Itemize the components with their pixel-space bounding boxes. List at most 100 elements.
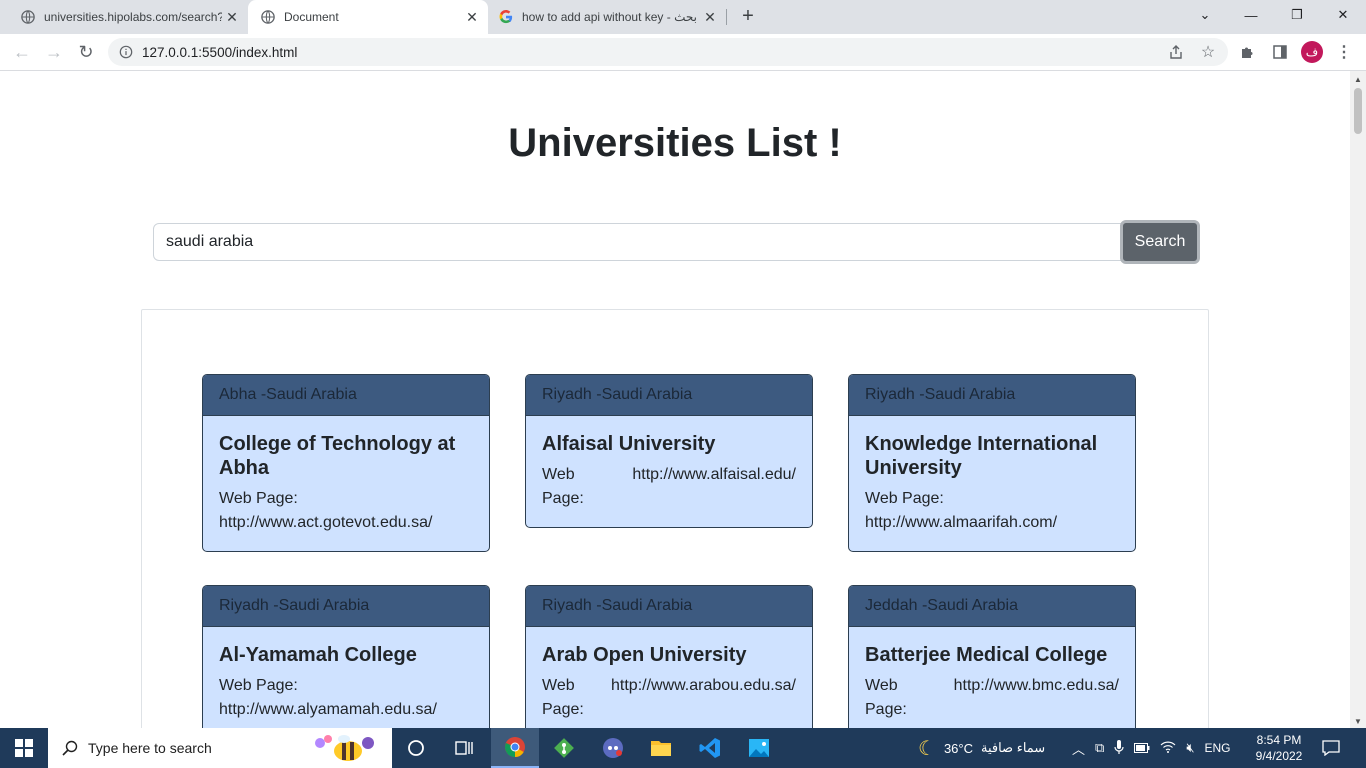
extensions-puzzle-icon[interactable] — [1238, 42, 1258, 62]
minimize-icon[interactable]: — — [1228, 0, 1274, 30]
window-close-icon[interactable]: ✕ — [1320, 0, 1366, 30]
chevron-up-icon[interactable]: ︿ — [1072, 739, 1085, 758]
tab-title: how to add api without key - بحث — [522, 10, 697, 24]
university-card: Riyadh -Saudi Arabia Alfaisal University… — [525, 374, 813, 528]
card-web-label: Web Page: — [219, 490, 298, 507]
clock-time: 8:54 PM — [1256, 733, 1302, 747]
search-icon — [62, 740, 78, 756]
card-web-url: http://www.bmc.edu.sa/ — [953, 677, 1119, 694]
card-title: Knowledge International University — [865, 433, 1098, 479]
card-web-url: http://www.alfaisal.edu/ — [632, 466, 796, 483]
card-location: Riyadh -Saudi Arabia — [203, 586, 489, 627]
share-icon[interactable] — [1166, 42, 1186, 62]
new-tab-button[interactable]: + — [736, 6, 760, 27]
photos-app-icon[interactable] — [735, 728, 783, 768]
profile-avatar[interactable]: ف — [1301, 41, 1323, 63]
address-bar[interactable]: 127.0.0.1:5500/index.html — [108, 38, 1228, 66]
clock[interactable]: 8:54 PM 9/4/2022 — [1254, 728, 1304, 768]
task-view-icon[interactable] — [440, 728, 488, 768]
info-icon[interactable] — [118, 44, 134, 60]
moon-icon: ☾ — [918, 737, 936, 760]
input-language[interactable]: ENG — [1205, 741, 1231, 755]
card-title: Al-Yamamah College — [219, 644, 417, 666]
page-title: Universities List ! — [508, 121, 842, 165]
university-card: Riyadh -Saudi Arabia Knowledge Internati… — [848, 374, 1136, 552]
taskbar-search-placeholder: Type here to search — [88, 740, 212, 756]
back-arrow-icon[interactable]: ← — [10, 40, 34, 64]
file-explorer-icon[interactable] — [637, 728, 685, 768]
notifications-icon[interactable] — [1322, 728, 1340, 768]
card-page-label: Page: — [542, 490, 584, 507]
weather-description: سماء صافية — [980, 740, 1046, 755]
card-location: Riyadh -Saudi Arabia — [526, 375, 812, 416]
search-highlight-bee-icon[interactable] — [310, 731, 382, 765]
results-container: Abha -Saudi Arabia College of Technology… — [141, 309, 1209, 728]
chrome-taskbar-icon[interactable] — [491, 728, 539, 768]
scroll-down-arrow-icon[interactable]: ▼ — [1354, 717, 1362, 726]
wifi-icon[interactable] — [1160, 741, 1176, 756]
tab-google-search[interactable]: how to add api without key - بحث ✕ — [488, 0, 726, 34]
restore-icon[interactable]: ❐ — [1274, 0, 1320, 30]
side-panel-icon[interactable] — [1270, 42, 1290, 62]
card-location: Jeddah -Saudi Arabia — [849, 586, 1135, 627]
scroll-up-arrow-icon[interactable]: ▲ — [1354, 75, 1362, 84]
menu-kebab-icon[interactable]: ⋮ — [1334, 42, 1354, 62]
card-web-row: Web http://www.arabou.edu.sa/ — [542, 674, 796, 698]
chat-app-icon[interactable] — [589, 728, 637, 768]
close-icon[interactable]: ✕ — [462, 7, 482, 27]
windows-taskbar: Type here to search ☾ 36°C سماء صافية ︿ … — [0, 728, 1366, 768]
weather-temperature: 36°C — [943, 740, 973, 756]
search-input[interactable] — [153, 223, 1122, 261]
globe-icon — [260, 9, 276, 25]
close-icon[interactable]: ✕ — [700, 7, 720, 27]
card-location: Abha -Saudi Arabia — [203, 375, 489, 416]
card-title: Arab Open University — [542, 644, 747, 666]
git-app-icon[interactable] — [540, 728, 588, 768]
weather-widget[interactable]: ☾ 36°C سماء صافية — [918, 728, 1045, 768]
forward-arrow-icon[interactable]: → — [42, 40, 66, 64]
url-text: 127.0.0.1:5500/index.html — [142, 44, 298, 60]
card-web-row: Web http://www.alfaisal.edu/ — [542, 463, 796, 487]
tab-strip: universities.hipolabs.com/search? ✕ Docu… — [0, 0, 1366, 34]
card-web-url: http://www.almaarifah.com/ — [865, 514, 1058, 531]
cortana-circle-icon[interactable] — [392, 728, 440, 768]
clock-date: 9/4/2022 — [1255, 749, 1303, 763]
card-web-label: Web Page: — [219, 677, 298, 694]
google-icon — [498, 9, 514, 25]
taskbar-search-box[interactable]: Type here to search — [48, 728, 392, 768]
card-web-row: Web http://www.bmc.edu.sa/ — [865, 674, 1119, 698]
search-button[interactable]: Search — [1120, 220, 1200, 264]
close-icon[interactable]: ✕ — [222, 7, 242, 27]
card-location: Riyadh -Saudi Arabia — [849, 375, 1135, 416]
card-title: Alfaisal University — [542, 433, 716, 455]
card-title: Batterjee Medical College — [865, 644, 1108, 666]
reload-icon[interactable]: ↻ — [74, 40, 98, 64]
tab-separator — [726, 9, 727, 25]
tab-title: Document — [284, 10, 339, 24]
battery-icon[interactable] — [1134, 741, 1150, 756]
card-page-label: Page: — [865, 701, 907, 718]
vscode-icon[interactable] — [686, 728, 734, 768]
card-web-url: http://www.alyamamah.edu.sa/ — [219, 701, 437, 718]
system-tray: ︿ ⧉ 🔇︎ ENG — [1072, 728, 1231, 768]
page-viewport: Universities List ! Search Abha -Saudi A… — [0, 71, 1350, 728]
tab-universities-api[interactable]: universities.hipolabs.com/search? ✕ — [0, 0, 248, 34]
card-web-url: http://www.arabou.edu.sa/ — [611, 677, 796, 694]
card-web-url: http://www.act.gotevot.edu.sa/ — [219, 514, 433, 531]
microphone-icon[interactable] — [1114, 739, 1124, 757]
bookmark-star-icon[interactable]: ☆ — [1198, 42, 1218, 62]
card-web-label: Web Page: — [865, 490, 944, 507]
card-location: Riyadh -Saudi Arabia — [526, 586, 812, 627]
university-card: Abha -Saudi Arabia College of Technology… — [202, 374, 490, 552]
page-scrollbar[interactable]: ▲ ▼ — [1350, 71, 1366, 728]
speaker-muted-icon[interactable]: 🔇︎ — [1186, 740, 1194, 756]
tab-document[interactable]: Document ✕ — [248, 0, 488, 34]
meet-now-icon[interactable]: ⧉ — [1095, 740, 1104, 756]
university-card: Riyadh -Saudi Arabia Al-Yamamah College … — [202, 585, 490, 728]
browser-toolbar: ← → ↻ 127.0.0.1:5500/index.html ☆ ف ⋮ — [0, 34, 1366, 71]
tab-title: universities.hipolabs.com/search? — [44, 10, 222, 24]
scrollbar-thumb[interactable] — [1354, 88, 1362, 134]
university-card: Jeddah -Saudi Arabia Batterjee Medical C… — [848, 585, 1136, 728]
windows-start-button[interactable] — [0, 728, 48, 768]
tab-search-chevron-icon[interactable]: ⌄ — [1182, 0, 1228, 30]
